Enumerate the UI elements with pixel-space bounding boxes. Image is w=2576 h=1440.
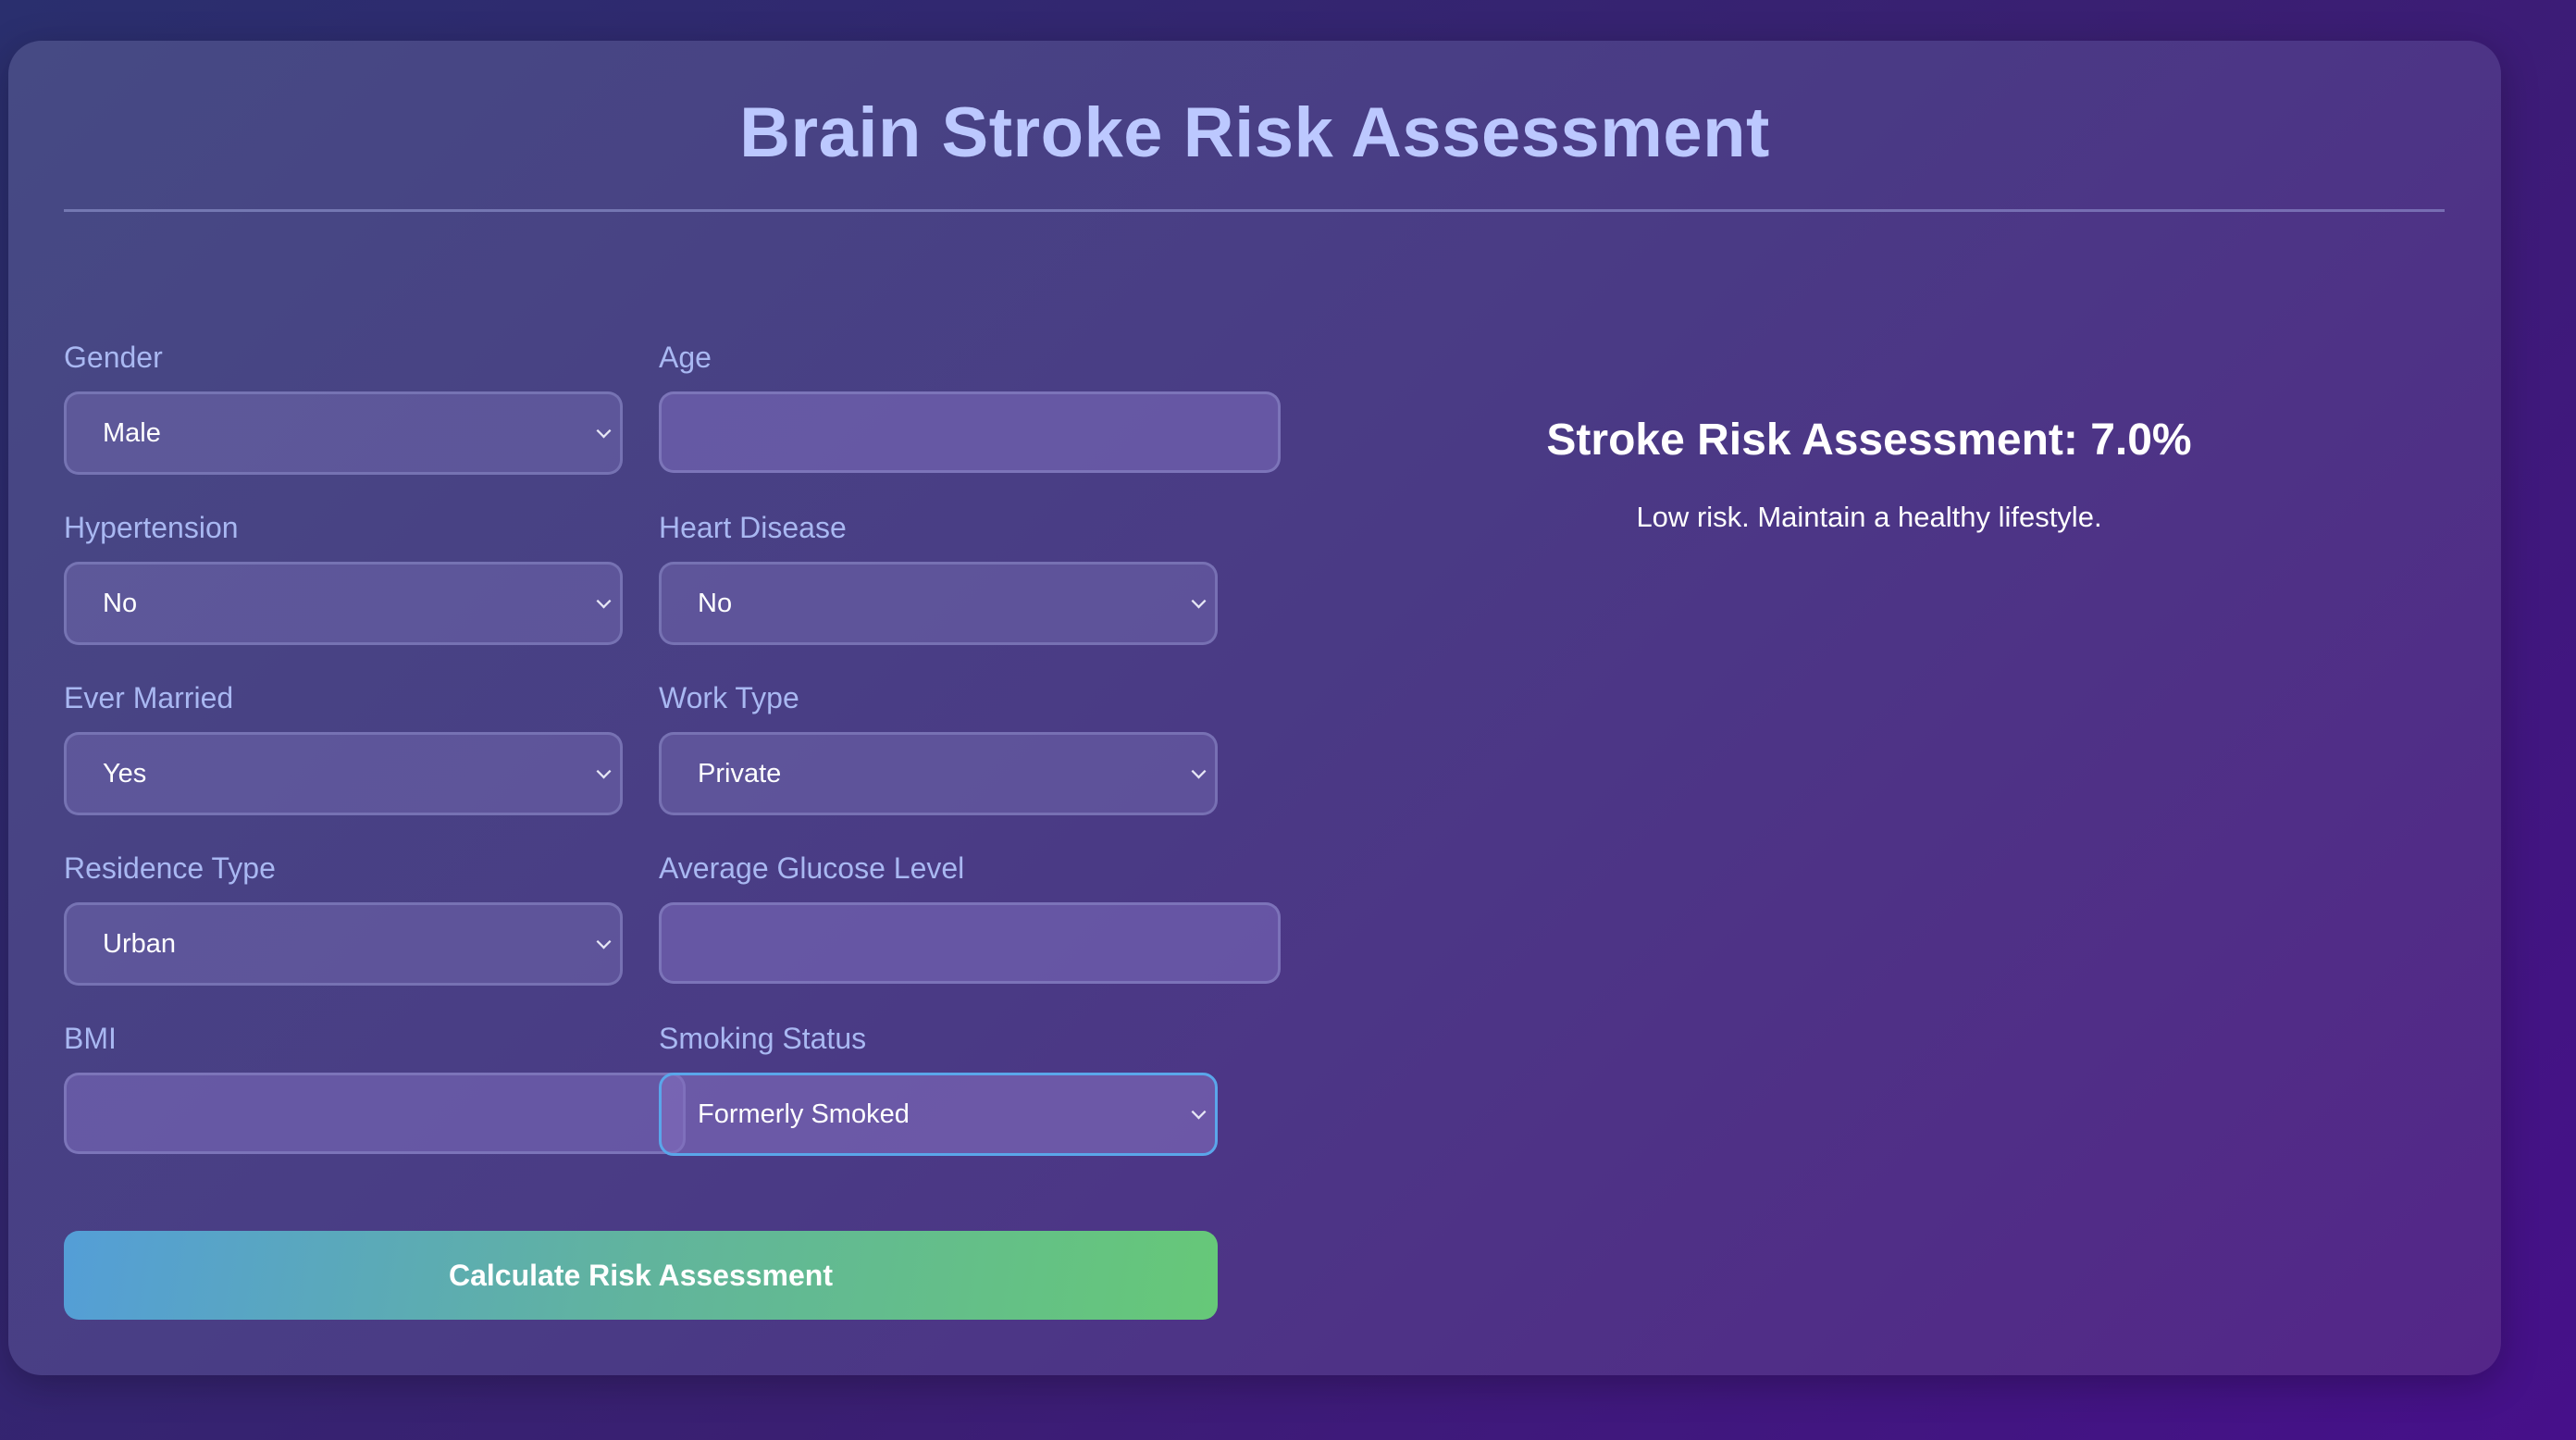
chevron-down-icon <box>1191 763 1207 779</box>
ever-married-select[interactable]: Yes <box>64 732 623 815</box>
residence-type-select-value: Urban <box>103 928 176 959</box>
hypertension-label: Hypertension <box>64 511 239 544</box>
bmi-label: BMI <box>64 1022 117 1055</box>
chevron-down-icon <box>596 763 612 779</box>
heart-disease-label: Heart Disease <box>659 511 847 544</box>
smoking-status-select[interactable]: Formerly Smoked <box>659 1073 1218 1156</box>
smoking-status-label: Smoking Status <box>659 1022 867 1055</box>
ever-married-select-value: Yes <box>103 758 147 788</box>
avg-glucose-label: Average Glucose Level <box>659 851 965 885</box>
chevron-down-icon <box>1191 593 1207 609</box>
title-divider <box>64 209 2445 212</box>
gender-label: Gender <box>64 341 163 374</box>
chevron-down-icon <box>596 593 612 609</box>
hypertension-select[interactable]: No <box>64 562 623 645</box>
gender-select-value: Male <box>103 417 161 448</box>
age-label: Age <box>659 341 712 374</box>
age-input[interactable] <box>659 391 1281 473</box>
heart-disease-select[interactable]: No <box>659 562 1218 645</box>
bmi-input[interactable] <box>64 1073 686 1154</box>
result-message: Low risk. Maintain a healthy lifestyle. <box>1636 501 2102 533</box>
chevron-down-icon <box>1191 1104 1207 1120</box>
calculate-risk-button[interactable]: Calculate Risk Assessment <box>64 1231 1218 1320</box>
chevron-down-icon <box>596 423 612 439</box>
ever-married-label: Ever Married <box>64 681 234 714</box>
residence-type-select[interactable]: Urban <box>64 902 623 986</box>
page-title: Brain Stroke Risk Assessment <box>739 93 1770 172</box>
chevron-down-icon <box>596 934 612 950</box>
smoking-status-select-value: Formerly Smoked <box>698 1099 910 1129</box>
result-title: Stroke Risk Assessment: 7.0% <box>1546 416 2192 465</box>
gender-select[interactable]: Male <box>64 391 623 475</box>
heart-disease-select-value: No <box>698 588 733 618</box>
work-type-select[interactable]: Private <box>659 732 1218 815</box>
avg-glucose-input[interactable] <box>659 902 1281 984</box>
work-type-label: Work Type <box>659 681 799 714</box>
residence-type-label: Residence Type <box>64 851 276 885</box>
work-type-select-value: Private <box>698 758 782 788</box>
assessment-card <box>8 41 2501 1375</box>
hypertension-select-value: No <box>103 588 138 618</box>
